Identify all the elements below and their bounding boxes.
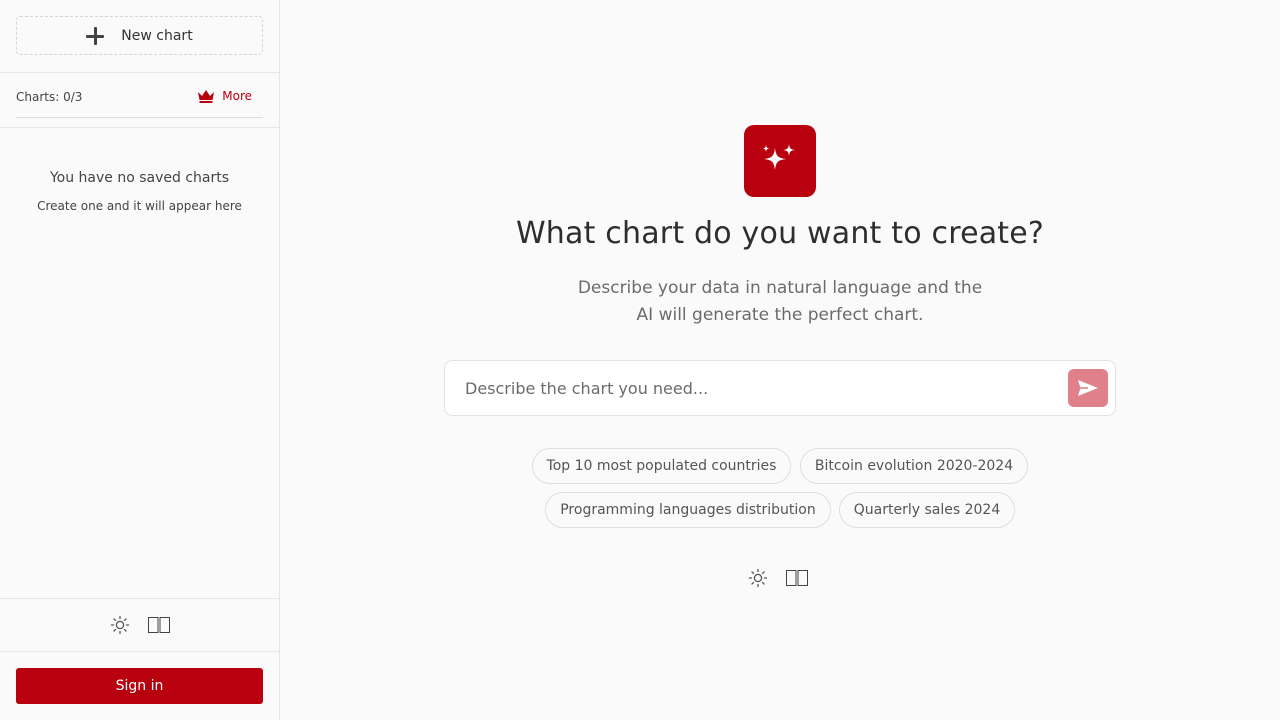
sidebar-settings xyxy=(0,613,279,637)
new-chart-label: New chart xyxy=(121,27,193,44)
divider xyxy=(0,598,279,599)
more-link[interactable]: More xyxy=(197,89,252,103)
new-chart-button[interactable]: New chart xyxy=(16,16,263,55)
sun-icon xyxy=(748,568,768,588)
crown-icon xyxy=(198,90,215,103)
plus-icon xyxy=(86,26,105,45)
language-button[interactable] xyxy=(786,569,808,587)
divider xyxy=(0,651,279,652)
chart-prompt-input[interactable] xyxy=(465,375,1055,401)
sign-in-button[interactable]: Sign in xyxy=(16,668,263,704)
send-icon xyxy=(1078,380,1098,396)
language-button[interactable] xyxy=(147,616,170,634)
language-flag-icon xyxy=(147,617,170,633)
language-flag-icon xyxy=(786,570,808,586)
sidebar: New chart Charts: 0/3 More You have no s… xyxy=(0,0,280,720)
prompt-box xyxy=(444,360,1116,416)
main-settings xyxy=(748,566,816,590)
divider xyxy=(0,127,279,128)
send-button[interactable] xyxy=(1068,369,1108,407)
page-title: What chart do you want to create? xyxy=(515,216,1045,251)
empty-state-subtitle: Create one and it will appear here xyxy=(37,199,242,213)
suggestion-label: Programming languages distribution xyxy=(560,502,816,518)
suggestion-chip[interactable]: Programming languages distribution xyxy=(545,492,831,528)
empty-state-title: You have no saved charts xyxy=(49,170,230,186)
page-subtitle: Describe your data in natural language a… xyxy=(530,275,1030,329)
suggestion-chip[interactable]: Quarterly sales 2024 xyxy=(839,492,1015,528)
sparkles-icon xyxy=(762,144,795,170)
app-logo xyxy=(744,125,816,197)
more-label: More xyxy=(222,89,252,103)
theme-toggle-button[interactable] xyxy=(110,615,130,635)
suggestion-label: Top 10 most populated countries xyxy=(546,458,777,474)
charts-count: Charts: 0/3 xyxy=(16,90,83,104)
subtitle-line-2: AI will generate the perfect chart. xyxy=(636,305,924,325)
divider xyxy=(0,72,279,73)
suggestion-chip[interactable]: Bitcoin evolution 2020-2024 xyxy=(800,448,1028,484)
suggestion-label: Bitcoin evolution 2020-2024 xyxy=(814,458,1014,474)
sun-icon xyxy=(110,615,129,635)
subtitle-line-1: Describe your data in natural language a… xyxy=(577,278,983,298)
suggestion-label: Quarterly sales 2024 xyxy=(853,502,1001,518)
suggestion-chip[interactable]: Top 10 most populated countries xyxy=(532,448,791,484)
theme-toggle-button[interactable] xyxy=(748,568,768,588)
charts-quota-row: Charts: 0/3 More xyxy=(16,86,263,118)
